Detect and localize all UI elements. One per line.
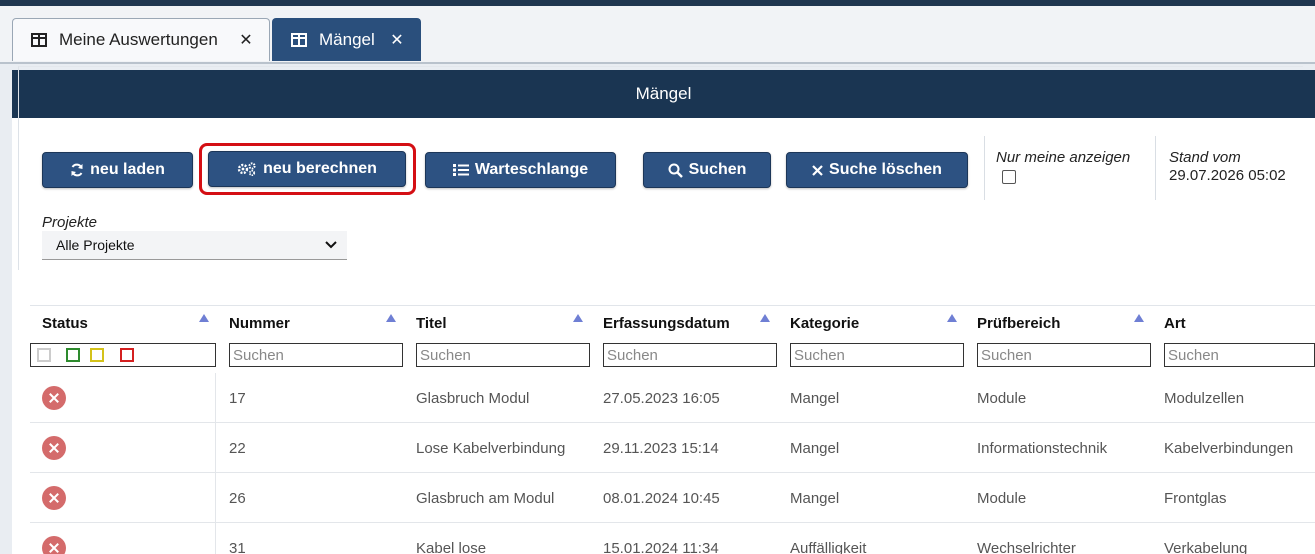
reload-button[interactable]: neu laden	[42, 152, 193, 188]
sort-ascending-icon[interactable]	[1134, 314, 1144, 322]
tab-maengel[interactable]: Mängel ✕	[272, 18, 421, 61]
cell-nummer: 31	[229, 539, 246, 554]
close-icon[interactable]: ✕	[237, 30, 255, 50]
filter-art-input[interactable]	[1164, 343, 1315, 367]
status-filter-yellow[interactable]	[90, 348, 104, 362]
sort-ascending-icon[interactable]	[760, 314, 770, 322]
cell-kategorie: Mangel	[790, 439, 840, 457]
clear-search-button[interactable]: Suche löschen	[786, 152, 968, 188]
status-filter-grey[interactable]	[37, 348, 51, 362]
sort-ascending-icon[interactable]	[199, 314, 209, 322]
filter-erfassungsdatum-input[interactable]	[603, 343, 777, 367]
stand-value: 29.07.2026 05:02	[1169, 167, 1286, 184]
recalculate-button[interactable]: neu berechnen	[208, 151, 406, 187]
cell-titel: Glasbruch Modul	[416, 389, 530, 407]
projects-label: Projekte	[42, 214, 98, 231]
search-button[interactable]: Suchen	[643, 152, 771, 188]
cell-erfassungsdatum: 27.05.2023 16:05	[603, 389, 720, 407]
filter-pruefbereich-input[interactable]	[977, 343, 1151, 367]
cell-art: Kabelverbindungen	[1164, 439, 1294, 457]
divider	[984, 136, 985, 200]
cell-art: Verkabelung	[1164, 539, 1248, 554]
stand-label: Stand vom	[1169, 149, 1241, 166]
column-header-kategorie[interactable]: Kategorie	[790, 306, 859, 340]
column-header-nummer[interactable]: Nummer	[229, 306, 290, 340]
projects-select[interactable]: Alle Projekte	[42, 231, 347, 260]
sort-ascending-icon[interactable]	[573, 314, 583, 322]
status-filter-red[interactable]	[120, 348, 134, 362]
status-filter[interactable]	[30, 343, 216, 367]
cell-kategorie: Auffälligkeit	[790, 539, 867, 554]
tab-label: Meine Auswertungen	[59, 30, 218, 49]
cell-kategorie: Mangel	[790, 489, 840, 507]
sort-ascending-icon[interactable]	[947, 314, 957, 322]
gears-icon	[237, 162, 256, 176]
sort-ascending-icon[interactable]	[386, 314, 396, 322]
table-row[interactable]: 26 Glasbruch am Modul 08.01.2024 10:45 M…	[30, 473, 1315, 523]
status-cell	[30, 373, 216, 423]
cell-erfassungsdatum: 08.01.2024 10:45	[603, 489, 720, 507]
error-status-icon	[42, 536, 66, 554]
only-mine-label: Nur meine anzeigen	[996, 149, 1131, 166]
error-status-icon	[42, 486, 66, 510]
cell-pruefbereich: Module	[977, 489, 1027, 507]
cell-pruefbereich: Informationstechnik	[977, 439, 1108, 457]
table-row[interactable]: 31 Kabel lose 15.01.2024 11:34 Auffällig…	[30, 523, 1315, 554]
cell-pruefbereich: Wechselrichter	[977, 539, 1076, 554]
recalculate-label: neu berechnen	[263, 160, 377, 177]
queue-button[interactable]: Warteschlange	[425, 152, 616, 188]
divider	[1155, 136, 1156, 200]
clear-search-label: Suche löschen	[829, 161, 942, 178]
cell-art: Modulzellen	[1164, 389, 1245, 407]
tab-meine-auswertungen[interactable]: Meine Auswertungen ✕	[12, 18, 270, 61]
tab-bar: Meine Auswertungen ✕ Mängel ✕	[0, 6, 1315, 64]
projects-selected: Alle Projekte	[56, 237, 135, 253]
column-header-pruefbereich[interactable]: Prüfbereich	[977, 306, 1060, 340]
close-icon[interactable]: ✕	[388, 30, 406, 50]
table-row[interactable]: 17 Glasbruch Modul 27.05.2023 16:05 Mang…	[30, 373, 1315, 423]
error-status-icon	[42, 386, 66, 410]
cell-nummer: 17	[229, 389, 246, 407]
table-header: Status Nummer Titel Erfassungsdatum Kate…	[30, 305, 1315, 339]
column-header-status[interactable]: Status	[42, 306, 88, 340]
cell-erfassungsdatum: 15.01.2024 11:34	[603, 539, 719, 554]
filter-kategorie-input[interactable]	[790, 343, 964, 367]
list-icon	[452, 164, 469, 176]
cell-kategorie: Mangel	[790, 389, 840, 407]
cell-art: Frontglas	[1164, 489, 1227, 507]
table-icon	[31, 33, 47, 47]
column-header-titel[interactable]: Titel	[416, 306, 447, 340]
queue-label: Warteschlange	[474, 161, 589, 178]
status-cell	[30, 523, 216, 554]
column-header-art[interactable]: Art	[1164, 306, 1186, 340]
filter-titel-input[interactable]	[416, 343, 590, 367]
cell-titel: Kabel lose	[416, 539, 487, 554]
table-row[interactable]: 22 Lose Kabelverbindung 29.11.2023 15:14…	[30, 423, 1315, 473]
tab-label: Mängel	[319, 30, 375, 49]
refresh-icon	[71, 163, 83, 177]
status-cell	[30, 473, 216, 523]
status-filter-green[interactable]	[66, 348, 80, 362]
cell-titel: Glasbruch am Modul	[416, 489, 555, 507]
search-label: Suchen	[688, 161, 747, 178]
cell-pruefbereich: Module	[977, 389, 1027, 407]
search-icon	[668, 163, 683, 178]
table-icon	[291, 33, 307, 47]
only-mine-checkbox[interactable]	[1002, 170, 1016, 184]
chevron-down-icon	[325, 241, 337, 249]
status-cell	[30, 423, 216, 473]
close-icon	[812, 164, 823, 176]
filter-nummer-input[interactable]	[229, 343, 403, 367]
column-header-erfassungsdatum[interactable]: Erfassungsdatum	[603, 306, 730, 340]
error-status-icon	[42, 436, 66, 460]
cell-titel: Lose Kabelverbindung	[416, 439, 566, 457]
cell-erfassungsdatum: 29.11.2023 15:14	[603, 439, 719, 457]
cell-nummer: 22	[229, 439, 246, 457]
cell-nummer: 26	[229, 489, 246, 507]
reload-label: neu laden	[90, 161, 165, 178]
